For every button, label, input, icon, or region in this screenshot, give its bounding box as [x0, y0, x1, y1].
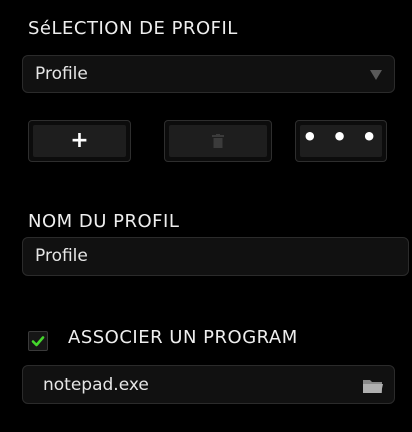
program-path-field[interactable]: notepad.exe: [22, 365, 395, 404]
profile-dropdown[interactable]: Profile: [22, 55, 395, 93]
more-dots-icon: • • •: [302, 123, 380, 151]
checkmark-icon: [31, 336, 45, 347]
link-program-label: ASSOCIER UN PROGRAM: [68, 327, 298, 348]
profile-name-input[interactable]: Profile: [22, 237, 409, 276]
profile-selection-heading: SéLECTION DE PROFIL: [28, 18, 238, 39]
folder-icon[interactable]: [362, 378, 384, 394]
program-path-value: notepad.exe: [43, 375, 149, 395]
plus-icon: +: [70, 128, 89, 153]
add-profile-button[interactable]: +: [28, 120, 131, 162]
delete-profile-button[interactable]: [164, 120, 272, 162]
trash-icon: [212, 134, 224, 148]
more-options-button[interactable]: • • •: [295, 120, 387, 162]
dropdown-arrow-icon: [370, 70, 382, 80]
profile-name-value: Profile: [35, 246, 88, 266]
profile-name-heading: NOM DU PROFIL: [28, 211, 180, 232]
link-program-checkbox[interactable]: [28, 331, 48, 351]
profile-dropdown-value: Profile: [35, 64, 88, 84]
